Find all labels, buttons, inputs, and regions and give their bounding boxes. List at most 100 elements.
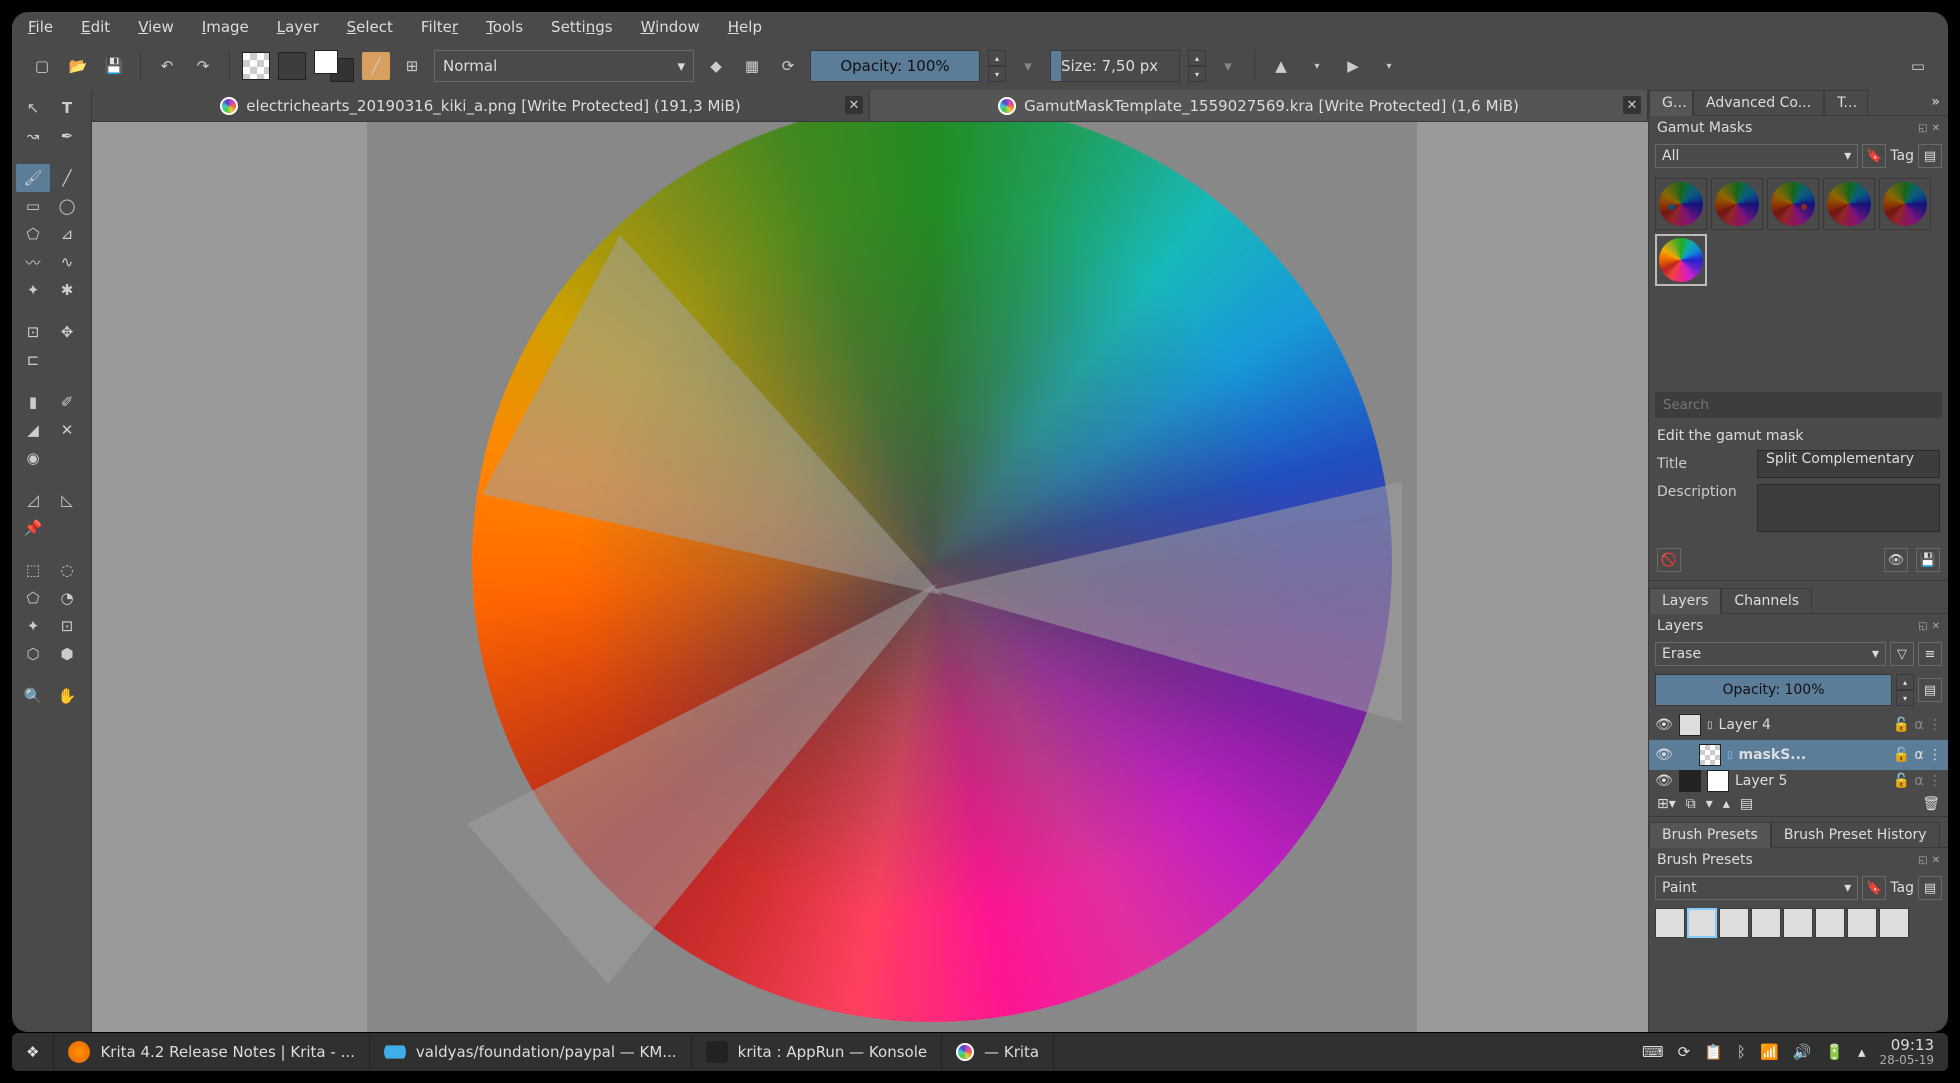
menu-view[interactable]: View: [138, 18, 174, 36]
task-kmail[interactable]: valdyas/foundation/paypal — KM...: [370, 1033, 692, 1071]
menu-help[interactable]: Help: [728, 18, 762, 36]
brush-preset[interactable]: ╱: [1655, 908, 1685, 938]
tray-bluetooth-icon[interactable]: ᛒ: [1737, 1043, 1746, 1061]
multibrush-tool[interactable]: ✱: [50, 276, 84, 304]
menu-window[interactable]: Window: [641, 18, 700, 36]
tray-expand-icon[interactable]: ▴: [1858, 1043, 1866, 1061]
layer-opacity-slider[interactable]: Opacity: 100%: [1655, 674, 1892, 706]
tab-advanced-color[interactable]: Advanced Co...: [1693, 90, 1824, 116]
select-magnetic-tool[interactable]: ⬢: [50, 640, 84, 668]
edit-shapes-tool[interactable]: ↝: [16, 122, 50, 150]
brush-preset[interactable]: ╱: [1815, 908, 1845, 938]
bezier-tool[interactable]: 〰: [16, 248, 50, 276]
duplicate-layer-button[interactable]: ⧉: [1686, 796, 1696, 812]
mask-preset-6[interactable]: [1655, 234, 1707, 286]
brush-preset[interactable]: 〰: [1783, 908, 1813, 938]
layer-props-button[interactable]: ▤: [1918, 678, 1942, 702]
layer-settings-button[interactable]: ≡: [1918, 642, 1942, 666]
gradient-tool[interactable]: ◢: [16, 416, 50, 444]
clock[interactable]: 09:13 28-05-19: [1880, 1037, 1934, 1067]
reload-button[interactable]: ⟳: [774, 52, 802, 80]
close-tab-2[interactable]: ✕: [1623, 96, 1641, 114]
menu-select[interactable]: Select: [347, 18, 393, 36]
assistant-tool[interactable]: ◿: [16, 486, 50, 514]
gamut-filter-select[interactable]: All▾: [1655, 144, 1858, 168]
layer-filter-button[interactable]: ▽: [1890, 642, 1914, 666]
eraser-toggle[interactable]: ◆: [702, 52, 730, 80]
mask-preset-3[interactable]: [1767, 178, 1819, 230]
task-firefox[interactable]: Krita 4.2 Release Notes | Krita - ...: [54, 1033, 369, 1071]
tag-button[interactable]: 🔖: [1862, 144, 1886, 168]
menu-settings[interactable]: Settings: [551, 18, 613, 36]
float-icon[interactable]: ◱: [1918, 123, 1927, 134]
eye-icon[interactable]: 👁: [1655, 773, 1673, 789]
document-tab-2[interactable]: GamutMaskTemplate_1559027569.kra [Write …: [870, 90, 1648, 121]
layer-item[interactable]: 👁 Layer 5 🔓 α ⋮: [1649, 770, 1948, 792]
mask-preset-4[interactable]: [1823, 178, 1875, 230]
zoom-tool[interactable]: 🔍: [16, 682, 50, 710]
freehand-path-tool[interactable]: ∿: [50, 248, 84, 276]
eye-icon[interactable]: 👁: [1655, 747, 1673, 763]
redo-button[interactable]: ↷: [189, 52, 217, 80]
menu-layer[interactable]: Layer: [277, 18, 319, 36]
polyline-tool[interactable]: ⊿: [50, 220, 84, 248]
delete-layer-button[interactable]: 🗑: [1922, 796, 1940, 812]
gamut-search-input[interactable]: [1655, 392, 1942, 418]
close-dock-icon[interactable]: ✕: [1932, 123, 1940, 134]
tray-wifi-icon[interactable]: 📶: [1760, 1043, 1779, 1061]
brush-preset[interactable]: ╲: [1719, 908, 1749, 938]
size-slider[interactable]: Size: 7,50 px: [1050, 50, 1180, 82]
move-up-button[interactable]: ▴: [1723, 796, 1730, 812]
undo-button[interactable]: ↶: [153, 52, 181, 80]
brush-preset[interactable]: ╱: [1751, 908, 1781, 938]
freehand-brush-tool[interactable]: 🖌: [16, 164, 50, 192]
canvas[interactable]: [92, 122, 1648, 1032]
fg-bg-color-swatch[interactable]: [314, 50, 354, 82]
mask-cancel-button[interactable]: 🚫: [1657, 548, 1681, 572]
mask-preset-5[interactable]: [1879, 178, 1931, 230]
menu-file[interactable]: File: [28, 18, 53, 36]
mask-save-button[interactable]: 💾: [1916, 548, 1940, 572]
task-konsole[interactable]: krita : AppRun — Konsole: [692, 1033, 942, 1071]
mirror-h-button[interactable]: ▲: [1267, 52, 1295, 80]
mask-desc-input[interactable]: [1757, 484, 1940, 532]
brush-preset[interactable]: ╱: [1687, 908, 1717, 938]
layer-opacity-spin[interactable]: ▴▾: [1896, 674, 1914, 706]
mask-preview-button[interactable]: 👁: [1884, 548, 1908, 572]
save-button[interactable]: 💾: [100, 52, 128, 80]
document-tab-1[interactable]: electrichearts_20190316_kiki_a.png [Writ…: [92, 90, 870, 121]
blend-mode-select[interactable]: Normal▾: [434, 50, 694, 82]
move-down-button[interactable]: ▾: [1706, 796, 1713, 812]
tab-gamut[interactable]: G...: [1649, 90, 1693, 116]
menu-image[interactable]: Image: [202, 18, 249, 36]
brush-settings-button[interactable]: ⊞: [398, 52, 426, 80]
pattern-tool[interactable]: ✕: [50, 416, 84, 444]
layer-blend-select[interactable]: Erase▾: [1655, 642, 1886, 666]
mirror-v-button[interactable]: ▶: [1339, 52, 1367, 80]
brush-preset-button[interactable]: ╱: [362, 52, 390, 80]
menu-tools[interactable]: Tools: [486, 18, 523, 36]
layer-item[interactable]: 👁 ▯ Layer 4 🔓 α ⋮: [1649, 710, 1948, 740]
properties-button[interactable]: ▤: [1740, 796, 1753, 812]
move-tool[interactable]: ↖: [16, 94, 50, 122]
select-ellipse-tool[interactable]: ◌: [50, 556, 84, 584]
tray-updates-icon[interactable]: ⟳: [1678, 1043, 1691, 1061]
tab-tool-options[interactable]: To...: [1824, 90, 1868, 116]
size-spin[interactable]: ▴▾: [1188, 50, 1206, 82]
more-tabs-icon[interactable]: »: [1923, 90, 1948, 115]
select-color-tool[interactable]: ⊡: [50, 612, 84, 640]
tab-brush-presets[interactable]: Brush Presets: [1649, 822, 1771, 848]
select-poly-tool[interactable]: ⬠: [16, 584, 50, 612]
smart-patch-tool[interactable]: ◉: [16, 444, 50, 472]
mask-preset-1[interactable]: [1655, 178, 1707, 230]
brush-preset[interactable]: ╲: [1847, 908, 1877, 938]
menu-filter[interactable]: Filter: [421, 18, 458, 36]
measure-tool[interactable]: ◺: [50, 486, 84, 514]
text-tool[interactable]: T: [50, 94, 84, 122]
preset-filter-select[interactable]: Paint▾: [1655, 876, 1858, 900]
brush-preset[interactable]: ╱: [1879, 908, 1909, 938]
open-button[interactable]: 📂: [64, 52, 92, 80]
mask-preset-2[interactable]: [1711, 178, 1763, 230]
layer-item[interactable]: 👁 ▯ maskS... 🔓 α ⋮: [1649, 740, 1948, 770]
select-bezier-tool[interactable]: ⬡: [16, 640, 50, 668]
